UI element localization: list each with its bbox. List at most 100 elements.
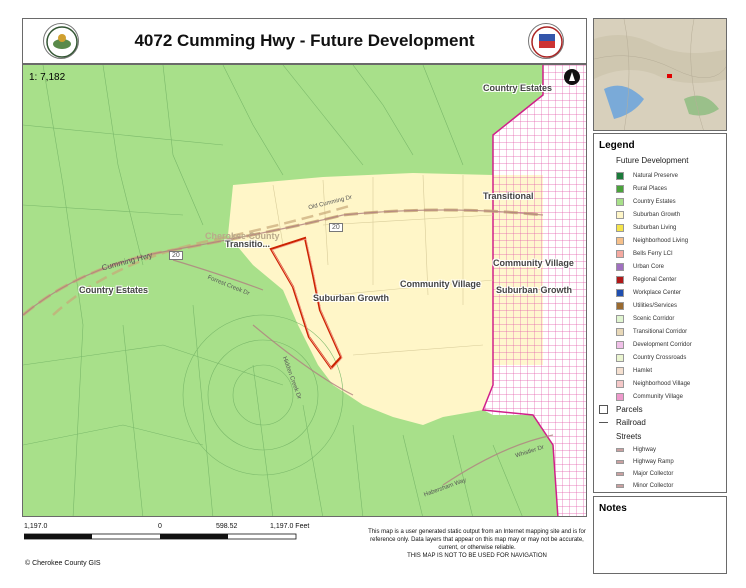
legend-item-label: Country Estates xyxy=(633,198,676,205)
legend-item: Rural Places xyxy=(599,183,667,194)
legend-swatch xyxy=(616,249,624,258)
legend-swatch xyxy=(616,340,624,349)
legend-item-label: Rural Places xyxy=(633,185,668,192)
legend-item-label: Transitional Corridor xyxy=(633,328,688,335)
legend-street-label: Minor Collector xyxy=(633,482,674,489)
legend-item-label: Bells Ferry LCI xyxy=(633,250,673,257)
label-suburban-growth-e: Suburban Growth xyxy=(496,285,572,295)
legend-item: Natural Preserve xyxy=(599,170,678,181)
label-country-estates-ne: Country Estates xyxy=(483,83,553,93)
title-box: 4072 Cumming Hwy - Future Development xyxy=(22,18,587,64)
label-community-village-c: Community Village xyxy=(400,279,481,289)
disclaimer-navigation: THIS MAP IS NOT TO BE USED FOR NAVIGATIO… xyxy=(407,553,547,559)
legend-street-item: Highway Ramp xyxy=(599,456,674,467)
legend-street-label: Major Collector xyxy=(633,470,674,477)
scale-label-zero: 0 xyxy=(158,523,162,530)
legend-street-item: Minor Collector xyxy=(599,480,673,491)
legend-swatch xyxy=(616,262,624,271)
legend-item-label: Neighborhood Village xyxy=(633,380,691,387)
scale-ratio: 1: 7,182 xyxy=(29,72,66,83)
legend-item: Scenic Corridor xyxy=(599,313,674,324)
label-suburban-growth-c: Suburban Growth xyxy=(313,293,389,303)
legend-item: Workplace Center xyxy=(599,287,681,298)
label-cherokee-county: Cherokee County xyxy=(205,231,280,241)
notes-panel: Notes xyxy=(593,496,727,574)
overview-location-marker xyxy=(667,74,672,78)
legend-panel: Legend Future Development Natural Preser… xyxy=(593,133,727,493)
scale-label-right: 1,197.0 Feet xyxy=(270,523,310,530)
legend-item: Hamlet xyxy=(599,365,652,376)
legend-swatch xyxy=(616,236,624,245)
page-title: 4072 Cumming Hwy - Future Development xyxy=(134,31,475,50)
scale-bar xyxy=(24,533,297,540)
disclaimer: This map is a user generated static outp… xyxy=(366,528,588,560)
legend-item-label: Development Corridor xyxy=(633,341,692,348)
scale-label-left: 1,197.0 xyxy=(24,523,48,530)
legend-item-label: Utilities/Services xyxy=(633,302,678,309)
legend-item: Neighborhood Living xyxy=(599,235,688,246)
legend-railroad: Railroad xyxy=(599,418,646,427)
county-seal-right xyxy=(528,23,564,59)
legend-street-item: Major Collector xyxy=(599,468,673,479)
legend-streets-heading: Streets xyxy=(616,432,642,441)
legend-item: Bells Ferry LCI xyxy=(599,248,673,259)
legend-item: Neighborhood Village xyxy=(599,378,690,389)
legend-street-swatch xyxy=(616,483,624,488)
legend-item-label: Neighborhood Living xyxy=(633,237,689,244)
legend-item-label: Scenic Corridor xyxy=(633,315,675,322)
copyright: © Cherokee County GIS xyxy=(25,560,101,567)
legend-street-swatch xyxy=(616,471,624,476)
legend-swatch xyxy=(616,314,624,323)
legend-item-label: Natural Preserve xyxy=(633,172,679,179)
legend-street-swatch xyxy=(616,447,624,452)
legend-item: Transitional Corridor xyxy=(599,326,687,337)
legend-item: Suburban Living xyxy=(599,222,676,233)
legend-swatch xyxy=(616,379,624,388)
legend-street-swatch xyxy=(616,459,624,464)
legend-item-label: Workplace Center xyxy=(633,289,681,296)
legend-street-label: Highway Ramp xyxy=(633,458,674,465)
legend-item-label: Country Crossroads xyxy=(633,354,687,361)
legend-street-item: Highway xyxy=(599,444,656,455)
legend-swatch xyxy=(616,353,624,362)
legend-future-dev-heading: Future Development xyxy=(616,156,689,165)
legend-swatch xyxy=(616,392,624,401)
legend-swatch xyxy=(616,366,624,375)
legend-item-label: Hamlet xyxy=(633,367,653,374)
legend-street-label: Highway xyxy=(633,446,657,453)
disclaimer-text: This map is a user generated static outp… xyxy=(368,529,586,551)
route-20-shield-b: 20 xyxy=(169,251,183,260)
notes-title: Notes xyxy=(599,503,627,514)
legend-swatch xyxy=(616,197,624,206)
legend-swatch xyxy=(616,223,624,232)
county-seal-left xyxy=(43,23,79,59)
scale-label-mid: 598.52 xyxy=(216,523,238,530)
legend-item: Development Corridor xyxy=(599,339,692,350)
legend-title: Legend xyxy=(599,140,635,151)
legend-item: Country Crossroads xyxy=(599,352,686,363)
legend-item: Urban Core xyxy=(599,261,664,272)
legend-swatch xyxy=(616,301,624,310)
legend-item: Suburban Growth xyxy=(599,209,680,220)
legend-swatch xyxy=(616,327,624,336)
legend-swatch xyxy=(616,210,624,219)
legend-item: Utilities/Services xyxy=(599,300,677,311)
legend-swatch xyxy=(616,171,624,180)
legend-item: Community Village xyxy=(599,391,683,402)
legend-item-label: Urban Core xyxy=(633,263,665,270)
north-arrow-icon xyxy=(564,69,580,85)
legend-item-label: Suburban Living xyxy=(633,224,677,231)
legend-swatch xyxy=(616,288,624,297)
overview-map[interactable] xyxy=(593,18,727,131)
route-20-shield-a: 20 xyxy=(329,223,343,232)
label-transitional-e: Transitional xyxy=(483,191,534,201)
legend-parcels: Parcels xyxy=(599,405,643,415)
legend-item-label: Suburban Growth xyxy=(633,211,681,218)
main-map[interactable]: Country Estates Transitional Transitio..… xyxy=(22,64,587,517)
legend-item: Regional Center xyxy=(599,274,676,285)
label-community-village-e: Community Village xyxy=(493,258,574,268)
legend-item: Country Estates xyxy=(599,196,676,207)
legend-item-label: Regional Center xyxy=(633,276,677,283)
label-country-estates-w: Country Estates xyxy=(79,285,149,295)
legend-item-label: Community Village xyxy=(633,393,683,400)
